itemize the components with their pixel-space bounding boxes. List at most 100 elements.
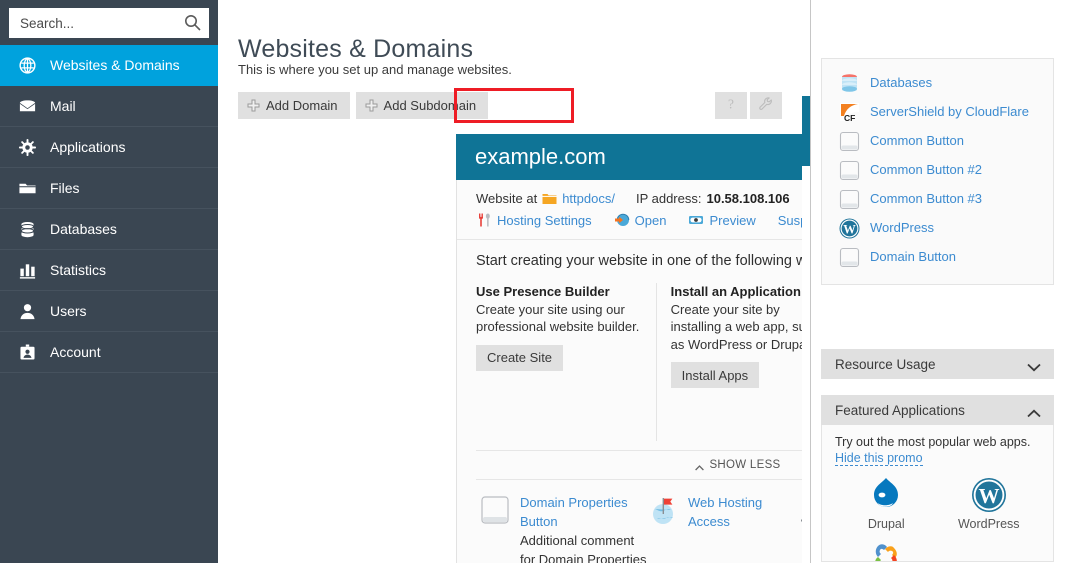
ip-label: IP address: xyxy=(636,191,702,206)
open-link[interactable]: Open xyxy=(635,213,667,228)
featured-app-name: Drupal xyxy=(868,517,905,531)
docroot-link[interactable]: httpdocs/ xyxy=(562,191,615,206)
tool-item-label: Common Button #2 xyxy=(870,159,982,179)
sidebar-item-label: Databases xyxy=(50,221,117,237)
tool-item-common-button-2[interactable]: Common Button #2 xyxy=(822,156,1053,185)
domain-properties-label[interactable]: Domain Properties Button xyxy=(520,495,628,529)
tool-item-servershield-cloudflare[interactable]: CF ServerShield by CloudFlare xyxy=(822,98,1053,127)
svg-text:W: W xyxy=(843,222,856,236)
plus-icon xyxy=(247,99,260,112)
create-site-button[interactable]: Create Site xyxy=(476,345,563,371)
envelope-icon xyxy=(17,96,38,117)
bar-chart-icon xyxy=(17,260,38,281)
search-box[interactable] xyxy=(9,8,209,38)
svg-text:W: W xyxy=(978,484,999,508)
install-apps-button[interactable]: Install Apps xyxy=(671,362,760,388)
tool-item-label: ServerShield by CloudFlare xyxy=(870,101,1029,121)
hide-promo-link[interactable]: Hide this promo xyxy=(835,451,923,466)
preview-monitor-icon xyxy=(688,212,704,228)
featured-applications-body: Try out the most popular web apps. Hide … xyxy=(821,425,1054,562)
tool-item-common-button[interactable]: Common Button xyxy=(822,127,1053,156)
tool-item-databases[interactable]: Databases xyxy=(822,69,1053,98)
add-subdomain-button[interactable]: Add Subdomain xyxy=(356,92,489,119)
tool-item-label: Databases xyxy=(870,72,932,92)
resource-usage-header[interactable]: Resource Usage xyxy=(821,349,1054,379)
main-scrollbar-thumb[interactable] xyxy=(802,96,810,166)
help-button[interactable]: ? xyxy=(715,92,747,119)
tool-item-common-button-3[interactable]: Common Button #3 xyxy=(822,185,1053,214)
gear-icon xyxy=(17,137,38,158)
column-heading: Use Presence Builder xyxy=(476,283,642,301)
domain-properties-comment: Additional comment for Domain Properties… xyxy=(520,532,647,563)
featured-apps-grid: Drupal W WordPress xyxy=(835,475,1040,562)
svg-text:CF: CF xyxy=(844,113,855,123)
web-hosting-access-label[interactable]: Web Hosting Access xyxy=(688,495,762,529)
tool-item-domain-button[interactable]: Domain Button xyxy=(822,243,1053,272)
chevron-up-icon xyxy=(1027,406,1041,415)
column-heading: Install an Application xyxy=(671,283,821,301)
sidebar-item-files[interactable]: Files xyxy=(0,168,218,209)
featured-app-joomla[interactable]: Joomla xyxy=(835,537,938,562)
featured-applications-header[interactable]: Featured Applications xyxy=(821,395,1054,425)
sidebar-item-databases[interactable]: Databases xyxy=(0,209,218,250)
sidebar-item-label: Users xyxy=(50,303,87,319)
resource-usage-accordion: Resource Usage xyxy=(821,349,1054,379)
domain-properties-button-link[interactable]: Domain Properties Button Additional comm… xyxy=(479,494,647,563)
folder-icon xyxy=(542,192,557,205)
preview-link[interactable]: Preview xyxy=(709,213,755,228)
caret-up-icon xyxy=(695,462,704,468)
settings-button[interactable] xyxy=(750,92,782,119)
tools-icon xyxy=(476,212,492,228)
website-at-label: Website at xyxy=(476,191,537,206)
featured-app-drupal[interactable]: Drupal xyxy=(835,475,938,531)
sidebar-item-label: Statistics xyxy=(50,262,106,278)
toolbar: Add Domain Add Subdomain xyxy=(238,92,494,119)
add-domain-label: Add Domain xyxy=(266,98,338,113)
wordpress-icon: W xyxy=(969,475,1009,515)
blank-button-icon xyxy=(838,159,861,182)
tool-item-label: WordPress xyxy=(870,217,934,237)
web-hosting-access-link[interactable]: Web Hosting Access xyxy=(647,494,797,563)
sidebar-item-users[interactable]: Users xyxy=(0,291,218,332)
plus-icon xyxy=(365,99,378,112)
search-icon[interactable] xyxy=(184,14,201,31)
database-icon xyxy=(838,72,861,95)
show-less-toggle[interactable]: SHOW LESS xyxy=(695,459,780,471)
globe-flag-icon xyxy=(647,494,681,528)
sidebar-item-mail[interactable]: Mail xyxy=(0,86,218,127)
id-card-icon xyxy=(17,342,38,363)
tool-item-label: Domain Button xyxy=(870,246,956,266)
svg-text:?: ? xyxy=(728,96,734,111)
sidebar-item-account[interactable]: Account xyxy=(0,332,218,373)
resource-usage-title: Resource Usage xyxy=(835,357,936,372)
sidebar-item-statistics[interactable]: Statistics xyxy=(0,250,218,291)
domain-tools-card: Databases CF ServerShield by CloudFlare xyxy=(821,58,1054,285)
sidebar-item-applications[interactable]: Applications xyxy=(0,127,218,168)
featured-app-wordpress[interactable]: W WordPress xyxy=(938,475,1041,531)
plesk-panel: Websites & Domains Mail xyxy=(0,0,1074,563)
page-title: Websites & Domains xyxy=(238,35,473,64)
cloudflare-icon: CF xyxy=(838,101,861,124)
add-domain-button[interactable]: Add Domain xyxy=(238,92,350,119)
sidebar-item-websites-domains[interactable]: Websites & Domains xyxy=(0,45,218,86)
user-icon xyxy=(17,301,38,322)
open-globe-icon xyxy=(614,212,630,228)
column-body: Create your site using our professional … xyxy=(476,301,642,336)
add-subdomain-label: Add Subdomain xyxy=(384,98,477,113)
sidebar-item-label: Applications xyxy=(50,139,126,155)
tool-item-wordpress[interactable]: W WordPress xyxy=(822,214,1053,243)
joomla-icon xyxy=(866,537,906,562)
hosting-settings-link[interactable]: Hosting Settings xyxy=(497,213,592,228)
sidebar-item-label: Websites & Domains xyxy=(50,57,180,73)
toolbar-right: ? xyxy=(712,92,782,119)
blank-button-icon xyxy=(838,246,861,269)
main-scrollbar-track[interactable] xyxy=(802,0,810,563)
sidebar-item-label: Account xyxy=(50,344,101,360)
column-presence-builder: Use Presence Builder Create your site us… xyxy=(476,283,657,441)
sidebar-nav: Websites & Domains Mail xyxy=(0,45,218,373)
blank-button-icon xyxy=(838,188,861,211)
blank-button-icon xyxy=(479,494,513,528)
main-content: Websites & Domains This is where you set… xyxy=(218,0,810,563)
search-input[interactable] xyxy=(18,9,178,37)
column-body: Create your site by installing a web app… xyxy=(671,301,821,354)
